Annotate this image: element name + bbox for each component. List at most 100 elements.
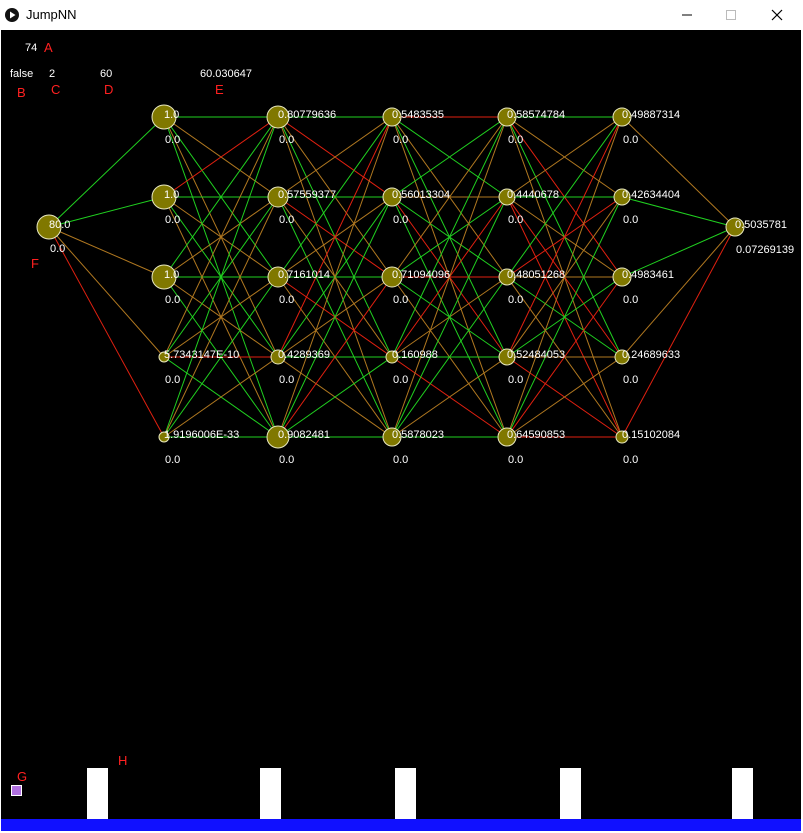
neuron-sub-value: 0.0 bbox=[165, 294, 180, 306]
neuron-sub-value: 0.0 bbox=[393, 214, 408, 226]
neuron-value: 0.49887314 bbox=[622, 109, 680, 121]
neuron-value: 0.4289369 bbox=[278, 349, 330, 361]
neuron-sub-value: 0.0 bbox=[393, 454, 408, 466]
maximize-button[interactable] bbox=[708, 0, 754, 30]
neuron: 0.58574784 0.0 bbox=[497, 107, 565, 146]
neuron-sub-value: 0.0 bbox=[393, 294, 408, 306]
connection-line bbox=[48, 226, 165, 278]
neuron-sub-value: 0.0 bbox=[165, 454, 180, 466]
neuron-sub-value: 0.0 bbox=[508, 374, 523, 386]
connection-line bbox=[621, 196, 736, 228]
neuron: 5.7343147E-10 0.0 bbox=[158, 349, 239, 386]
marker-g: G bbox=[17, 769, 28, 784]
close-button[interactable] bbox=[754, 0, 800, 30]
player-square bbox=[11, 785, 22, 796]
neuron-value: 0.42634404 bbox=[622, 189, 680, 201]
obstacle-block bbox=[395, 768, 416, 819]
neuron-value: 0.57559377 bbox=[278, 189, 336, 201]
neuron-value: 0.64590853 bbox=[507, 429, 565, 441]
obstacle-block bbox=[560, 768, 581, 819]
neuron-sub-value: 0.0 bbox=[508, 134, 523, 146]
obstacle-block bbox=[87, 768, 108, 819]
connection-line bbox=[48, 226, 165, 438]
play-icon bbox=[5, 8, 19, 22]
game-canvas[interactable]: 74 false 2 60 60.030647 A B C D E F G H … bbox=[1, 30, 801, 831]
neuron-value: 0.15102084 bbox=[622, 429, 680, 441]
neuron-value: 0.48051268 bbox=[507, 269, 565, 281]
neuron: 0.4983461 0.0 bbox=[612, 267, 674, 306]
neuron-sub-value: 0.0 bbox=[393, 374, 408, 386]
neuron-value: 1.0 bbox=[164, 269, 179, 281]
neuron-value: 0.71094096 bbox=[392, 269, 450, 281]
neuron-value: 0.24689633 bbox=[622, 349, 680, 361]
neuron-value: 0.9082481 bbox=[278, 429, 330, 441]
neuron-value: 0.4983461 bbox=[622, 269, 674, 281]
neuron-sub-value: 0.0 bbox=[623, 214, 638, 226]
neuron-value: 0.5878023 bbox=[392, 429, 444, 441]
connection-line bbox=[621, 116, 736, 228]
neuron-value: 80.0 bbox=[49, 219, 70, 231]
neuron: 0.80779636 0.0 bbox=[266, 105, 336, 146]
neuron-sub-value: 0.0 bbox=[165, 134, 180, 146]
neuron-value: 0.4440678 bbox=[507, 189, 559, 201]
neuron-value: 5.7343147E-10 bbox=[164, 349, 239, 361]
connection-line bbox=[48, 226, 165, 358]
neuron-sub-value: 0.0 bbox=[508, 214, 523, 226]
neuron-sub-value: 0.07269139 bbox=[736, 244, 794, 256]
neuron: 0.71094096 0.0 bbox=[381, 266, 450, 306]
minimize-icon bbox=[682, 14, 692, 16]
neuron-sub-value: 0.0 bbox=[623, 454, 638, 466]
neuron-sub-value: 0.0 bbox=[279, 134, 294, 146]
neuron: 0.57559377 0.0 bbox=[267, 186, 336, 226]
obstacle-block bbox=[732, 768, 753, 819]
neural-network-diagram: 80.0 0.0 1.0 0.0 1.0 0.0 1.0 0.0 5.7343147E-10 0.… bbox=[36, 104, 794, 466]
neuron: 0.4289369 0.0 bbox=[270, 349, 330, 386]
neuron-value: 0.52484053 bbox=[507, 349, 565, 361]
neuron-value: 0.7161014 bbox=[278, 269, 330, 281]
neuron: 0.9082481 0.0 bbox=[266, 425, 330, 466]
neuron-sub-value: 0.0 bbox=[393, 134, 408, 146]
neuron-value: 1.9196006E-33 bbox=[164, 429, 239, 441]
neuron-sub-value: 0.0 bbox=[165, 214, 180, 226]
minimize-button[interactable] bbox=[664, 0, 710, 30]
neuron-sub-value: 0.0 bbox=[623, 134, 638, 146]
neuron-sub-value: 0.0 bbox=[165, 374, 180, 386]
window-title: JumpNN bbox=[26, 7, 77, 22]
neuron: 1.9196006E-33 0.0 bbox=[158, 429, 239, 466]
neuron-sub-value: 0.0 bbox=[623, 294, 638, 306]
neuron: 0.42634404 0.0 bbox=[613, 188, 680, 226]
obstacle-block bbox=[260, 768, 281, 819]
neuron-sub-value: 0.0 bbox=[279, 454, 294, 466]
connection-line bbox=[48, 116, 165, 228]
neuron-value: 0.160988 bbox=[392, 349, 438, 361]
neuron-value: 0.5483535 bbox=[392, 109, 444, 121]
close-icon bbox=[771, 9, 783, 21]
neuron-sub-value: 0.0 bbox=[508, 294, 523, 306]
neuron-sub-value: 0.0 bbox=[623, 374, 638, 386]
neuron: 0.64590853 0.0 bbox=[497, 427, 565, 466]
ground-bar bbox=[1, 819, 801, 831]
title-bar[interactable]: JumpNN bbox=[0, 0, 803, 30]
neuron-sub-value: 0.0 bbox=[279, 294, 294, 306]
neuron-sub-value: 0.0 bbox=[279, 374, 294, 386]
maximize-icon bbox=[726, 10, 736, 20]
connection-line bbox=[621, 226, 736, 358]
neuron-value: 0.56013304 bbox=[392, 189, 450, 201]
neuron-value: 1.0 bbox=[164, 109, 179, 121]
neuron-sub-value: 0.0 bbox=[508, 454, 523, 466]
neuron-value: 0.5035781 bbox=[735, 219, 787, 231]
connection-line bbox=[621, 226, 736, 438]
marker-h: H bbox=[118, 753, 128, 768]
neuron-sub-value: 0.0 bbox=[50, 243, 65, 255]
neuron-value: 0.58574784 bbox=[507, 109, 565, 121]
neuron-value: 0.80779636 bbox=[278, 109, 336, 121]
neuron: 0.5483535 0.0 bbox=[382, 107, 444, 146]
neuron-value: 1.0 bbox=[164, 189, 179, 201]
neuron: 0.15102084 0.0 bbox=[615, 429, 680, 466]
neuron: 0.24689633 0.0 bbox=[614, 349, 680, 386]
neuron: 0.48051268 0.0 bbox=[498, 268, 565, 306]
neuron-sub-value: 0.0 bbox=[279, 214, 294, 226]
neuron: 0.56013304 0.0 bbox=[382, 187, 450, 226]
neuron: 0.5035781 0.07269139 bbox=[725, 217, 794, 256]
neuron: 0.5878023 0.0 bbox=[382, 427, 444, 466]
